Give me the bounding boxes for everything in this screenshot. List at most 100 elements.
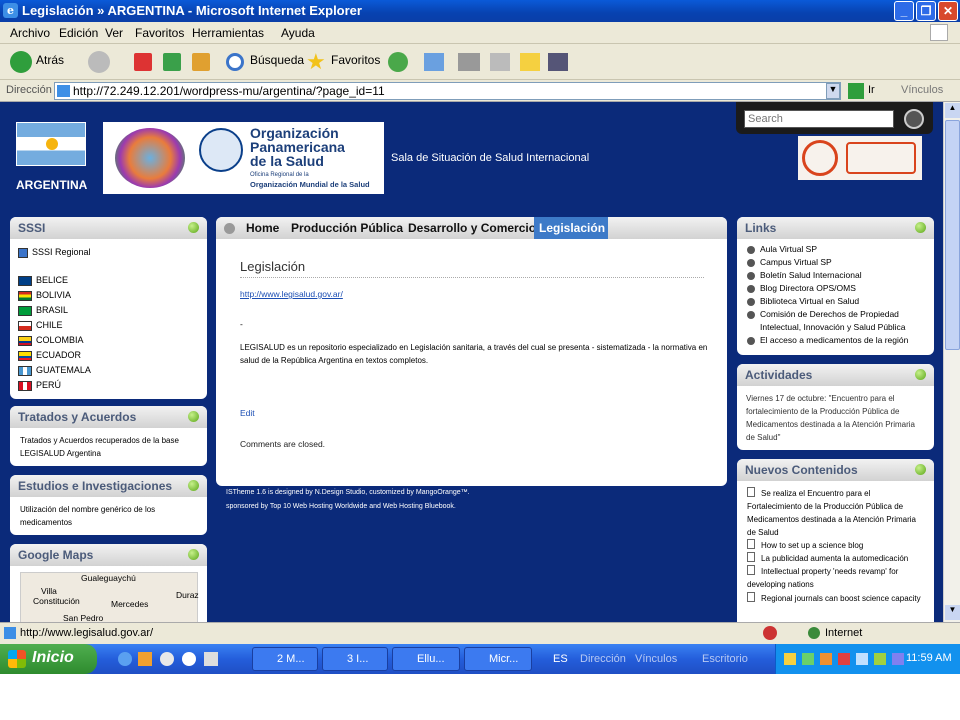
print-icon[interactable] [458,53,480,71]
site-tagline: Sala de Situación de Salud Internacional [391,152,590,164]
toolbar-vinculos[interactable]: Vínculos [635,653,677,665]
quicklaunch-ie-icon[interactable] [118,652,132,666]
scroll-down-icon[interactable]: ▼ [945,605,960,620]
toolbar-direccion[interactable]: Dirección [580,653,626,665]
document-icon [747,487,755,497]
nuevo-item-science-blog[interactable]: How to set up a science blog [747,539,927,552]
caduceus-icon [846,142,916,174]
tray-office-icon[interactable] [820,653,832,665]
language-indicator[interactable]: ES [553,653,568,665]
menu-ayuda[interactable]: Ayuda [281,26,315,40]
minimize-button[interactable]: _ [894,1,914,21]
country-ecuador[interactable]: ECUADOR [18,350,81,361]
link-comision-cont[interactable]: Intelectual, Innovación y Salud Pública [760,322,906,332]
country-chile[interactable]: CHILE [18,320,63,331]
legisalud-link[interactable]: http://www.legisalud.gov.ar/ [240,289,343,299]
tray-security-icon[interactable] [838,653,850,665]
nuevo-item-intellectual[interactable]: Intellectual property 'needs revamp' for… [747,565,927,591]
map-label-constitucion: Constitución [33,596,80,606]
estudios-text[interactable]: Utilización del nombre genérico de los m… [20,503,200,529]
country-guatemala[interactable]: GUATEMALA [18,365,91,376]
tratados-text[interactable]: Tratados y Acuerdos recuperados de la ba… [20,434,200,460]
link-acceso-medicamentos[interactable]: El acceso a medicamentos de la región [747,335,908,345]
search-icon[interactable] [226,53,244,71]
tray-mail-icon[interactable] [784,653,796,665]
link-comision[interactable]: Comisión de Derechos de Propiedad [747,309,899,319]
menu-favoritos[interactable]: Favoritos [135,26,184,40]
menu-herramientas[interactable]: Herramientas [192,26,264,40]
nuevo-item-regional[interactable]: Regional journals can boost science capa… [747,592,927,605]
popup-blocked-icon[interactable] [763,626,777,640]
link-boletin[interactable]: Boletín Salud Internacional [747,270,862,280]
go-arrow-icon[interactable] [848,83,864,99]
forward-arrow-icon[interactable] [88,51,110,73]
quicklaunch-media-icon[interactable] [160,652,174,666]
task-ellu[interactable]: Ellu... [392,647,460,671]
link-aula-virtual[interactable]: Aula Virtual SP [747,244,817,254]
history-icon[interactable] [388,52,408,72]
quicklaunch-desktop-icon[interactable] [204,652,218,666]
actividades-text[interactable]: Viernes 17 de octubre: "Encuentro para e… [746,392,926,444]
vertical-scrollbar[interactable]: ▲ ▼ [943,102,960,622]
go-button[interactable]: Ir [868,84,875,96]
ops-logo-banner[interactable]: Organización Panamericana de la Salud Of… [103,122,384,194]
map-view[interactable]: Gualeguaychú Villa Constitución Mercedes… [20,572,199,622]
document-icon [747,565,755,575]
map-label-mercedes: Mercedes [111,599,149,609]
nuevo-item-encuentro[interactable]: Se realiza el Encuentro para el Fortalec… [747,487,927,539]
nuevo-item-publicidad[interactable]: La publicidad aumenta la automedicación [747,552,927,565]
quicklaunch-office-icon[interactable] [138,652,152,666]
nav-home[interactable]: Home [246,221,279,235]
sssi-regional-link[interactable]: SSSI Regional [18,247,91,258]
back-button[interactable]: Atrás [36,53,64,67]
quicklaunch-player-icon[interactable] [182,652,196,666]
toolbar-escritorio[interactable]: Escritorio [702,653,748,665]
country-belice[interactable]: BELICE [18,275,68,286]
refresh-icon[interactable] [163,53,181,71]
task-ie[interactable]: 3 I... [322,647,388,671]
address-dropdown-icon[interactable]: ▼ [826,83,840,99]
link-blog-directora[interactable]: Blog Directora OPS/OMS [747,283,856,293]
discuss-icon[interactable] [520,53,540,71]
stop-icon[interactable] [134,53,152,71]
nav-desarrollo-comercio[interactable]: Desarrollo y Comercio [408,221,536,235]
edit-link[interactable]: Edit [240,408,255,418]
scroll-thumb[interactable] [945,120,960,350]
country-colombia[interactable]: COLOMBIA [18,335,84,346]
nav-produccion-publica[interactable]: Producción Pública [291,221,403,235]
favorites-star-icon[interactable]: ★ [306,49,326,75]
close-button[interactable]: ✕ [938,1,958,21]
menu-edicion[interactable]: Edición [59,26,98,40]
tray-update-icon[interactable] [874,653,886,665]
links-label[interactable]: Vínculos [901,84,943,96]
address-input[interactable]: http://72.249.12.201/wordpress-mu/argent… [54,82,841,100]
edit-icon[interactable] [490,53,510,71]
link-bullet-icon [747,271,755,280]
tray-messenger-icon[interactable] [856,653,868,665]
search-input[interactable] [744,110,894,128]
search-icon[interactable] [904,109,924,129]
task-office[interactable]: 2 M... [252,647,318,671]
country-bolivia[interactable]: BOLIVIA [18,290,71,301]
page-icon [4,627,16,639]
messenger-icon[interactable] [548,53,568,71]
favorites-button[interactable]: Favoritos [331,53,380,67]
country-peru[interactable]: PERÚ [18,380,61,391]
back-arrow-icon[interactable] [10,51,32,73]
scroll-up-icon[interactable]: ▲ [945,103,960,118]
home-icon[interactable] [192,53,210,71]
country-brasil[interactable]: BRASIL [18,305,68,316]
link-campus-virtual[interactable]: Campus Virtual SP [747,257,832,267]
nav-legislacion[interactable]: Legislación [534,217,608,239]
maximize-button[interactable]: ❐ [916,1,936,21]
tray-volume-icon[interactable] [892,653,904,665]
tray-network-icon[interactable] [802,653,814,665]
start-button[interactable]: Inicio [0,644,97,674]
task-micr[interactable]: Micr... [464,647,532,671]
map-label-villa: Villa [41,586,57,596]
menu-archivo[interactable]: Archivo [10,26,50,40]
mail-icon[interactable] [424,53,444,71]
search-button[interactable]: Búsqueda [250,53,304,67]
menu-ver[interactable]: Ver [105,26,123,40]
link-biblioteca[interactable]: Biblioteca Virtual en Salud [747,296,859,306]
